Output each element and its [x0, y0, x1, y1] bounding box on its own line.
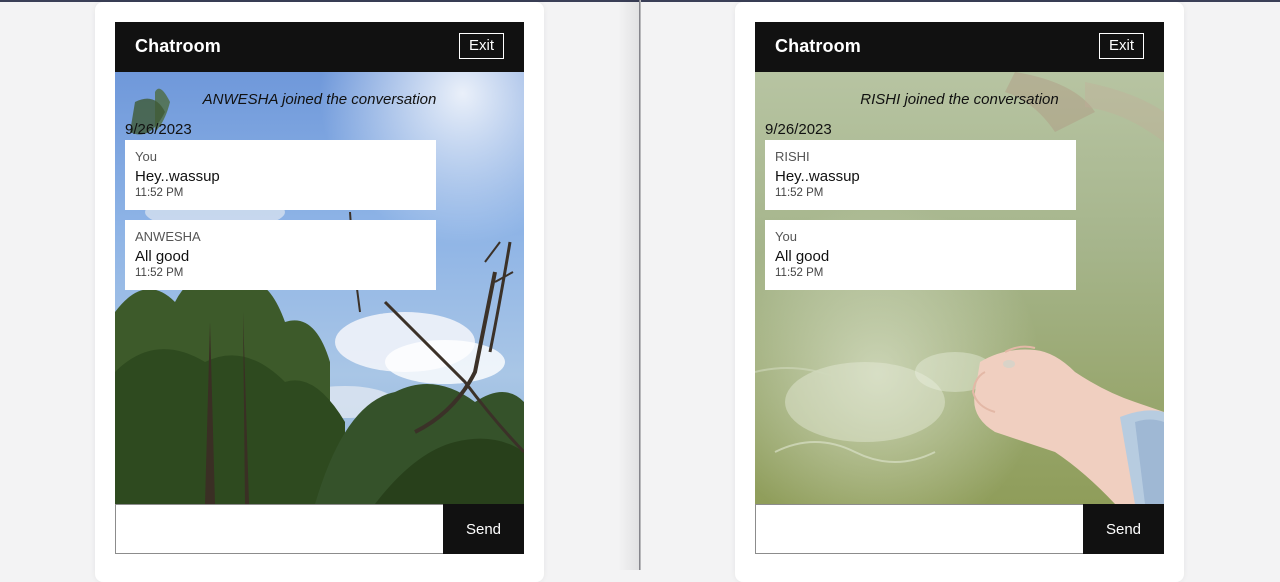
message-time: 11:52 PM	[775, 187, 824, 199]
chat-body: ANWESHA joined the conversation 9/26/202…	[115, 72, 524, 504]
exit-button[interactable]: Exit	[459, 33, 504, 59]
message-author: ANWESHA	[135, 229, 201, 244]
join-notice: ANWESHA joined the conversation	[202, 91, 437, 108]
chat-card-left: Chatroom Exit ANWESHA joined the convers…	[95, 2, 544, 582]
message-time: 11:52 PM	[135, 267, 184, 279]
chat-title: Chatroom	[775, 36, 861, 56]
chat-window: Chatroom Exit	[755, 22, 1164, 554]
message-time: 11:52 PM	[775, 267, 824, 279]
chat-header: Chatroom Exit	[115, 22, 524, 72]
chat-header: Chatroom Exit	[755, 22, 1164, 72]
message-author: You	[135, 149, 157, 164]
message-bubble: ANWESHA All good 11:52 PM	[125, 220, 436, 290]
message-input[interactable]	[115, 504, 444, 554]
message-author: RISHI	[775, 149, 810, 164]
chat-window: Chatroom Exit	[115, 22, 524, 554]
send-button[interactable]: Send	[443, 504, 524, 554]
pane-divider[interactable]	[639, 0, 641, 570]
composer: Send	[755, 504, 1164, 554]
join-notice: RISHI joined the conversation	[860, 91, 1059, 108]
message-bubble: You Hey..wassup 11:52 PM	[125, 140, 436, 210]
message-author: You	[775, 229, 797, 244]
chat-card-right: Chatroom Exit RISHI joined the conversat…	[735, 2, 1184, 582]
message-input[interactable]	[755, 504, 1084, 554]
message-bubble: RISHI Hey..wassup 11:52 PM	[765, 140, 1076, 210]
exit-button[interactable]: Exit	[1099, 33, 1144, 59]
composer: Send	[115, 504, 524, 554]
chat-body: RISHI joined the conversation 9/26/2023 …	[755, 72, 1164, 504]
message-bubble: You All good 11:52 PM	[765, 220, 1076, 290]
chat-title: Chatroom	[135, 36, 221, 56]
message-text: All good	[135, 248, 190, 265]
date-divider: 9/26/2023	[125, 121, 192, 138]
message-text: Hey..wassup	[135, 168, 220, 185]
message-time: 11:52 PM	[135, 187, 184, 199]
send-button[interactable]: Send	[1083, 504, 1164, 554]
pane-shadow	[618, 0, 639, 570]
message-text: All good	[775, 248, 830, 265]
date-divider: 9/26/2023	[765, 121, 832, 138]
message-text: Hey..wassup	[775, 168, 860, 185]
